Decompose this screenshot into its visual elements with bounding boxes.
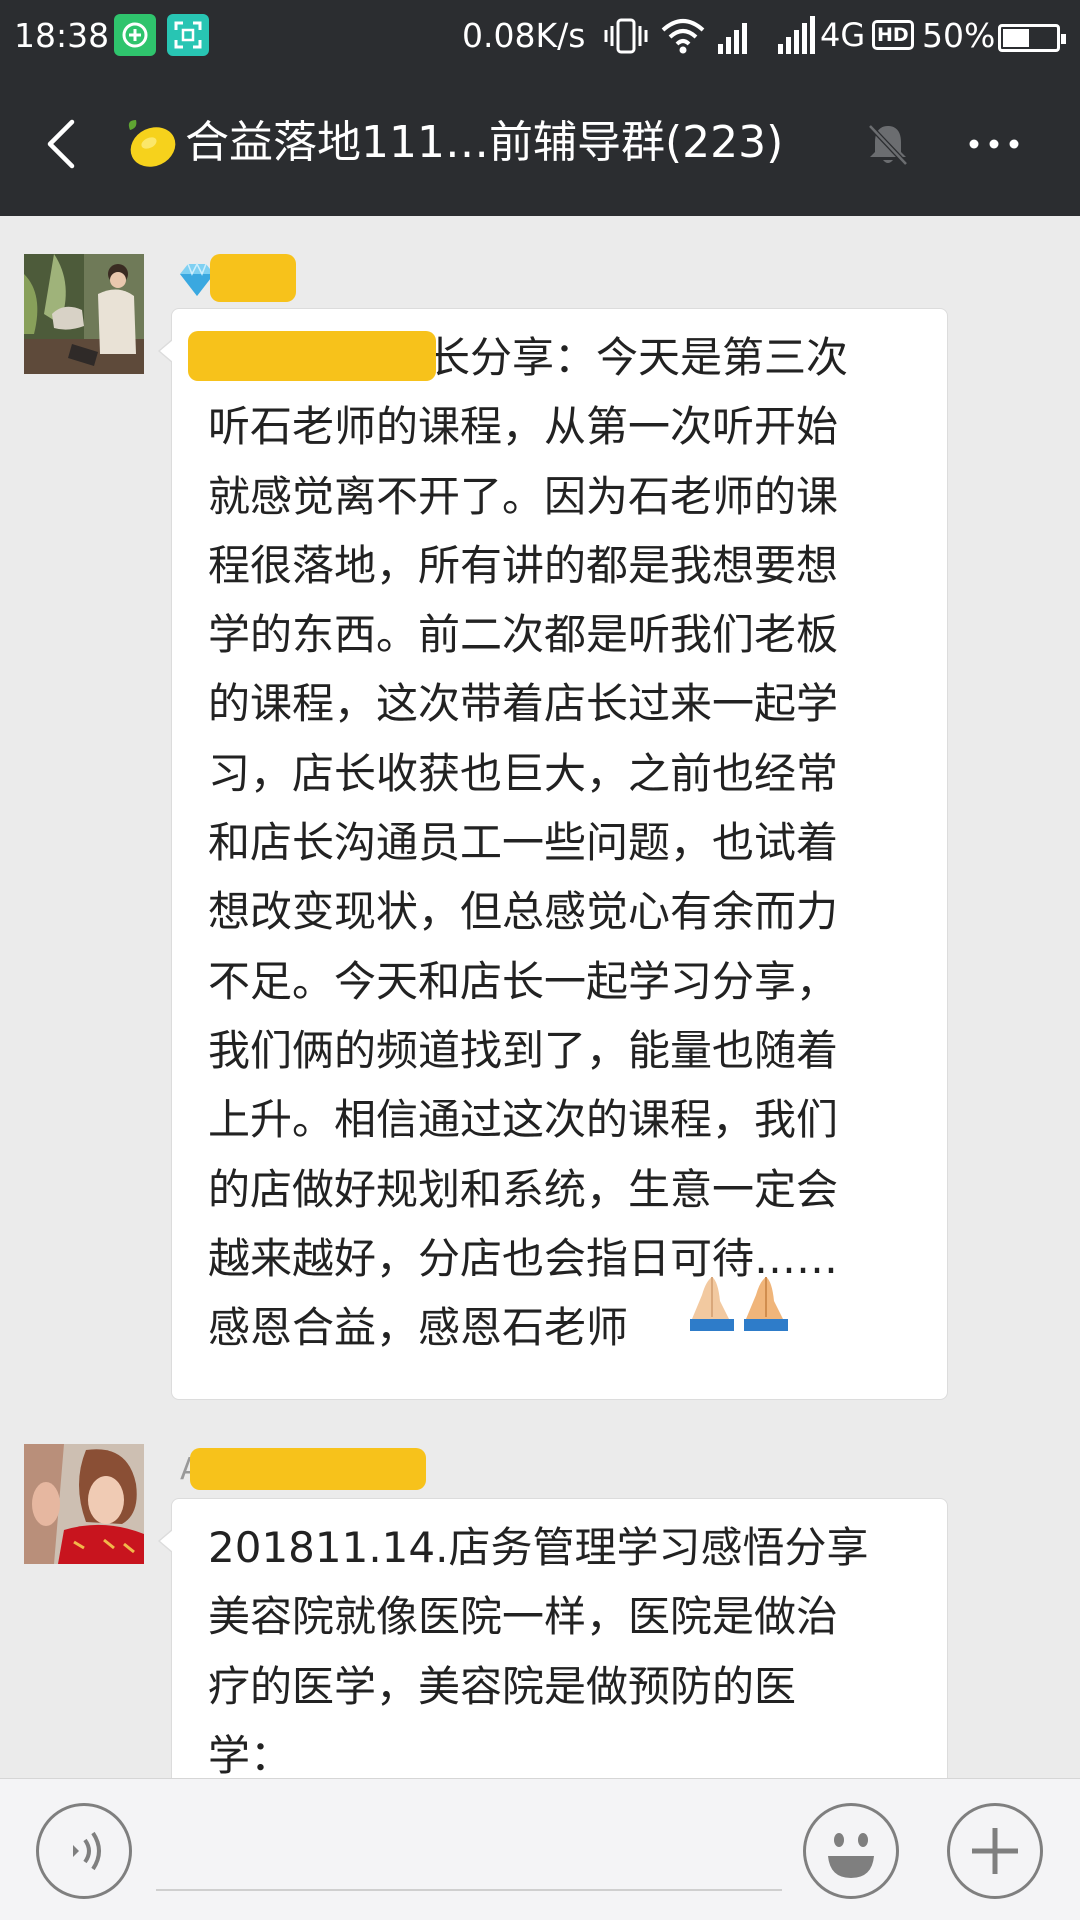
signal-icon-2 <box>778 16 815 54</box>
vibrate-icon <box>604 18 648 54</box>
signal-icon-1 <box>718 23 747 54</box>
message-input[interactable] <box>156 1807 782 1891</box>
message-bubble-1[interactable]: 长分享：今天是第三次 听石老师的课程，从第一次听开始 就感觉离不开了。因为石老师… <box>158 308 948 1400</box>
battery-percent: 50% <box>922 16 996 55</box>
battery-level <box>1003 29 1029 47</box>
status-bar: 18:38 0.08K/s 4G HD 50% <box>0 0 1080 72</box>
status-time: 18:38 <box>14 16 110 55</box>
message-list[interactable]: 长分享：今天是第三次 听石老师的课程，从第一次听开始 就感觉离不开了。因为石老师… <box>0 216 1080 1778</box>
scan-notification-icon <box>167 14 209 56</box>
message-bubble-2[interactable]: 201811.14.店务管理学习感悟分享 美容院就像医院一样，医院是做治 疗的医… <box>158 1498 948 1778</box>
redaction-mark <box>188 331 436 381</box>
message-text-2: 201811.14.店务管理学习感悟分享 美容院就像医院一样，医院是做治 疗的医… <box>208 1523 869 1778</box>
back-button[interactable] <box>26 108 98 180</box>
more-functions-button[interactable] <box>947 1803 1043 1899</box>
battery-icon <box>998 24 1066 52</box>
network-type: 4G <box>820 16 866 54</box>
hd-badge: HD <box>872 20 914 50</box>
input-bar <box>0 1778 1080 1920</box>
lemon-icon <box>128 120 176 167</box>
more-options-button[interactable] <box>952 112 1036 176</box>
sender-avatar-1[interactable] <box>24 254 144 374</box>
network-speed: 0.08K/s <box>462 16 586 55</box>
folded-hands-icon <box>690 1277 788 1331</box>
wifi-icon <box>661 19 705 54</box>
app-notification-icon <box>114 14 156 56</box>
mute-bell-icon <box>868 124 908 166</box>
emoji-button[interactable] <box>803 1803 899 1899</box>
voice-icon <box>73 1831 101 1871</box>
plus-icon <box>972 1828 1018 1874</box>
sender-avatar-2[interactable] <box>24 1444 144 1564</box>
chat-title[interactable]: 合益落地111…前辅导群(223) <box>185 114 783 172</box>
message-text-1: 长分享：今天是第三次 听石老师的课程，从第一次听开始 就感觉离不开了。因为石老师… <box>208 333 849 1353</box>
redaction-mark <box>210 254 296 302</box>
redaction-mark <box>190 1448 426 1490</box>
chat-header: 合益落地111…前辅导群(223) <box>0 72 1080 216</box>
smiley-icon <box>828 1833 874 1878</box>
voice-input-button[interactable] <box>36 1803 132 1899</box>
